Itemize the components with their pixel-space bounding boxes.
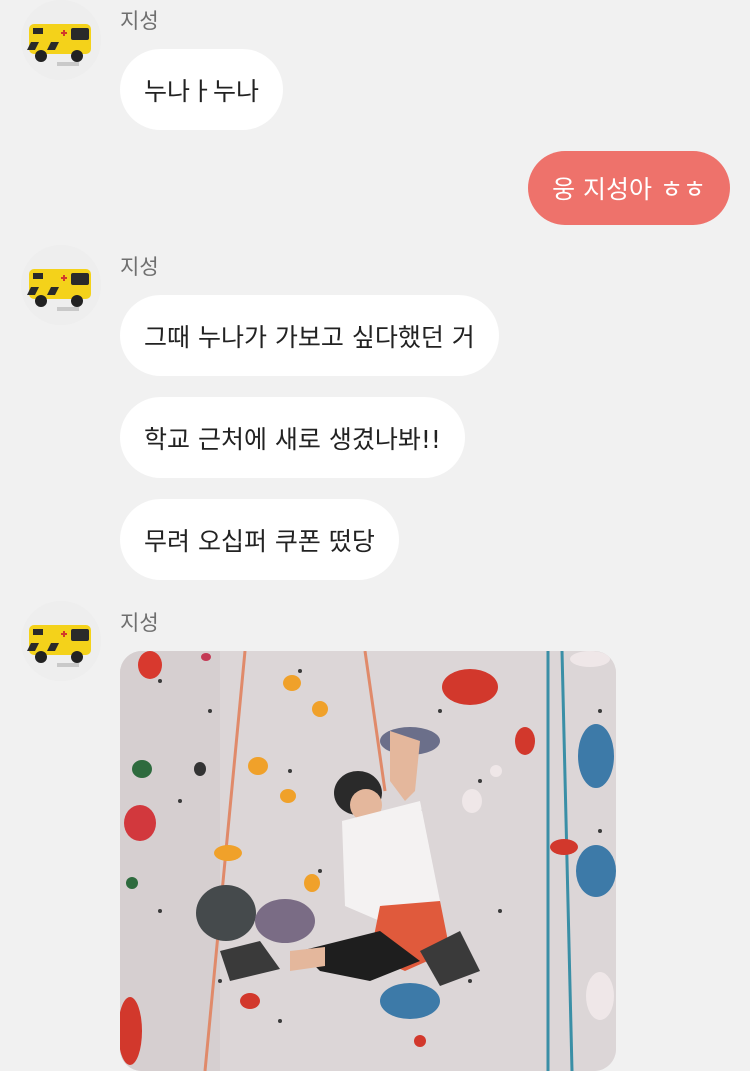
sender-name: 지성 — [120, 611, 159, 635]
ambulance-toy-icon — [21, 0, 101, 80]
sender-name: 지성 — [120, 9, 159, 33]
avatar[interactable] — [21, 245, 101, 325]
ambulance-toy-icon — [21, 245, 101, 325]
incoming-message-bubble[interactable]: 누나ㅏ누나 — [120, 49, 284, 130]
avatar[interactable] — [21, 601, 101, 681]
incoming-message-bubble[interactable]: 무려 오십퍼 쿠폰 떴당 — [120, 499, 399, 580]
avatar[interactable] — [21, 0, 101, 80]
incoming-message-bubble[interactable]: 그때 누나가 가보고 싶다했던 거 — [120, 295, 499, 376]
climbing-wall-photo-icon — [120, 651, 616, 1071]
shared-photo-climbing-wall[interactable] — [120, 651, 616, 1071]
sender-name: 지성 — [120, 255, 159, 279]
outgoing-message-bubble[interactable]: 웅 지성아 ㅎㅎ — [528, 151, 730, 225]
incoming-message-bubble[interactable]: 학교 근처에 새로 생겼나봐!! — [120, 397, 465, 478]
ambulance-toy-icon — [21, 601, 101, 681]
